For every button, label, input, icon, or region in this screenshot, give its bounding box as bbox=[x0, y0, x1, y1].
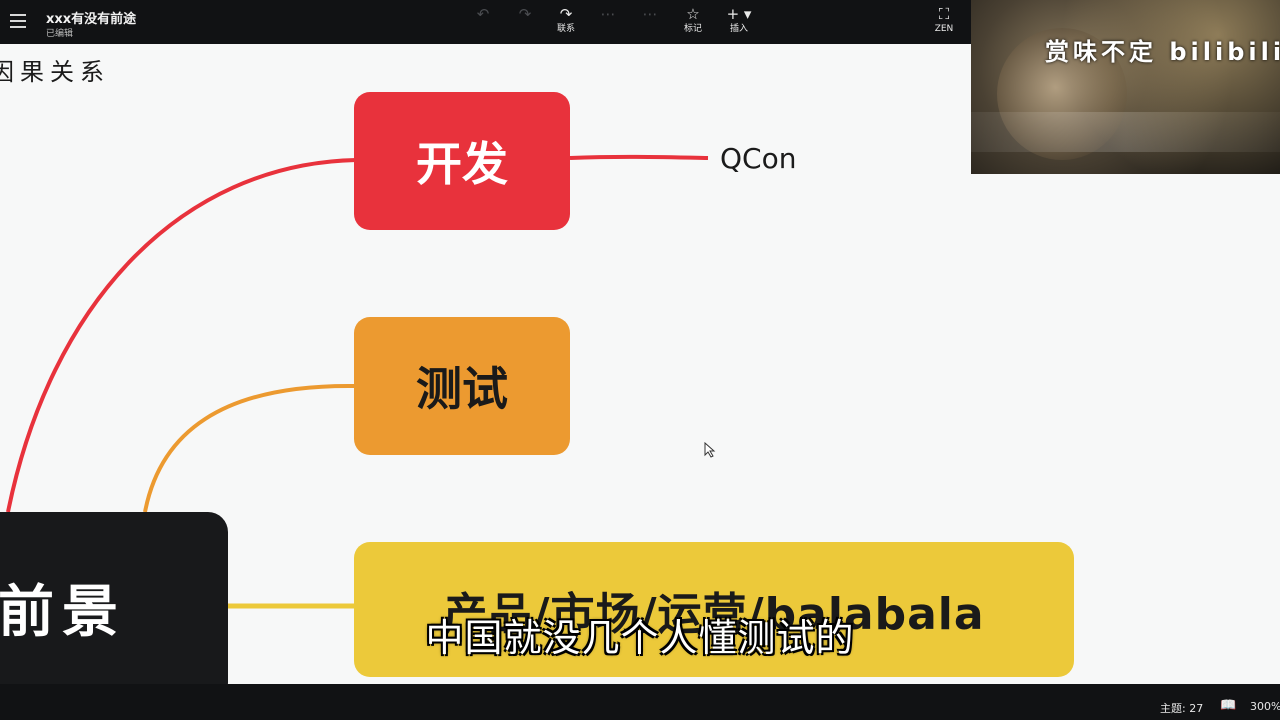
document-title[interactable]: xxx有没有前途 bbox=[46, 8, 136, 27]
connector-qcon bbox=[569, 154, 709, 160]
fullscreen-icon: ⛶ bbox=[938, 5, 950, 23]
undo-icon: ↶ bbox=[476, 5, 490, 23]
style-button[interactable]: ⋯ bbox=[630, 6, 670, 40]
menu-icon[interactable] bbox=[10, 14, 26, 28]
document-status: 已编辑 bbox=[46, 29, 74, 39]
star-icon: ☆ bbox=[686, 5, 700, 23]
style-icon: ⋯ bbox=[642, 5, 658, 23]
webcam-overlay: 赏味不定 bilibili bbox=[971, 0, 1280, 174]
leaf-qcon[interactable]: QCon bbox=[720, 142, 796, 175]
mouse-cursor-icon bbox=[704, 442, 716, 458]
insert-button[interactable]: + ▾ 插入 bbox=[719, 6, 759, 40]
format-button[interactable]: ⋯ bbox=[588, 6, 628, 40]
book-icon[interactable]: 📖 bbox=[1220, 698, 1236, 713]
redo-button[interactable]: ↷ bbox=[505, 6, 545, 40]
link-button[interactable]: ↷ 联系 bbox=[546, 6, 586, 40]
mark-button[interactable]: ☆ 标记 bbox=[673, 6, 713, 40]
status-bar: 主题: 27 📖 300% bbox=[0, 684, 1280, 720]
video-subtitle: 中国就没几个人懂测试的 bbox=[425, 616, 855, 660]
node-dev[interactable]: 开发 bbox=[354, 92, 570, 230]
zoom-level[interactable]: 300% bbox=[1250, 700, 1280, 713]
redo-icon: ↷ bbox=[518, 5, 532, 23]
topic-count: 主题: 27 bbox=[1160, 702, 1204, 715]
plus-icon: + ▾ bbox=[726, 5, 752, 23]
webcam-watermark: 赏味不定 bilibili bbox=[1045, 38, 1280, 66]
link-icon: ↷ bbox=[559, 5, 573, 23]
zen-button[interactable]: ⛶ ZEN bbox=[924, 6, 964, 40]
connector-dev bbox=[6, 158, 357, 513]
connector-test bbox=[143, 383, 357, 513]
format-icon: ⋯ bbox=[600, 5, 616, 23]
undo-button[interactable]: ↶ bbox=[463, 6, 503, 40]
node-test[interactable]: 测试 bbox=[354, 317, 570, 455]
